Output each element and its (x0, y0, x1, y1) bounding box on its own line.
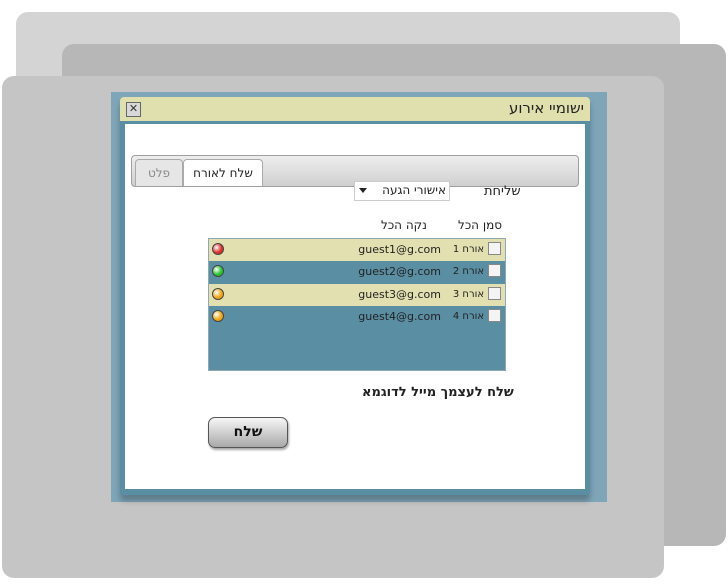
send-button[interactable]: שלח (208, 417, 288, 448)
status-green-icon (212, 265, 224, 277)
guest-email: guest4@g.com (358, 310, 441, 323)
guest-row[interactable]: אורח 4 guest4@g.com (209, 306, 505, 328)
sample-email-label[interactable]: שלח לעצמך מייל לדוגמא (362, 385, 514, 400)
status-orange-icon (212, 310, 224, 322)
dialog-titlebar: ישומיי אירוע ✕ (120, 97, 590, 121)
guest-checkbox[interactable] (488, 287, 501, 300)
guest-row[interactable]: אורח 1 guest1@g.com (209, 239, 505, 261)
guest-name: אורח 2 (452, 266, 484, 277)
guest-email: guest2@g.com (358, 265, 441, 278)
guest-email: guest3@g.com (358, 288, 441, 301)
status-red-icon (212, 243, 224, 255)
guest-email: guest1@g.com (358, 243, 441, 256)
status-orange-icon (212, 288, 224, 300)
guest-row[interactable]: אורח 3 guest3@g.com (209, 284, 505, 306)
send-type-value: אישורי הגעה (382, 183, 446, 197)
guest-row[interactable]: אורח 2 guest2@g.com (209, 261, 505, 283)
clear-all-link[interactable]: נקה הכל (381, 218, 427, 232)
send-type-label: שליחת (484, 184, 521, 199)
chevron-down-icon (359, 188, 367, 193)
select-all-link[interactable]: סמן הכל (458, 218, 502, 232)
guest-checkbox[interactable] (488, 309, 501, 322)
guest-list[interactable]: אורח 1 guest1@g.com אורח 2 guest2@g.com … (208, 238, 506, 371)
guest-name: אורח 3 (452, 289, 484, 300)
close-icon[interactable]: ✕ (126, 102, 141, 117)
guest-name: אורח 4 (452, 311, 484, 322)
guest-name: אורח 1 (452, 244, 484, 255)
guest-checkbox[interactable] (488, 264, 501, 277)
dialog-title: ישומיי אירוע (508, 99, 584, 117)
tab-send-to-guest[interactable]: שלח לאורח (183, 159, 263, 186)
tab-output[interactable]: פלט (135, 159, 183, 186)
guest-checkbox[interactable] (488, 242, 501, 255)
send-type-select[interactable]: אישורי הגעה (354, 181, 450, 201)
